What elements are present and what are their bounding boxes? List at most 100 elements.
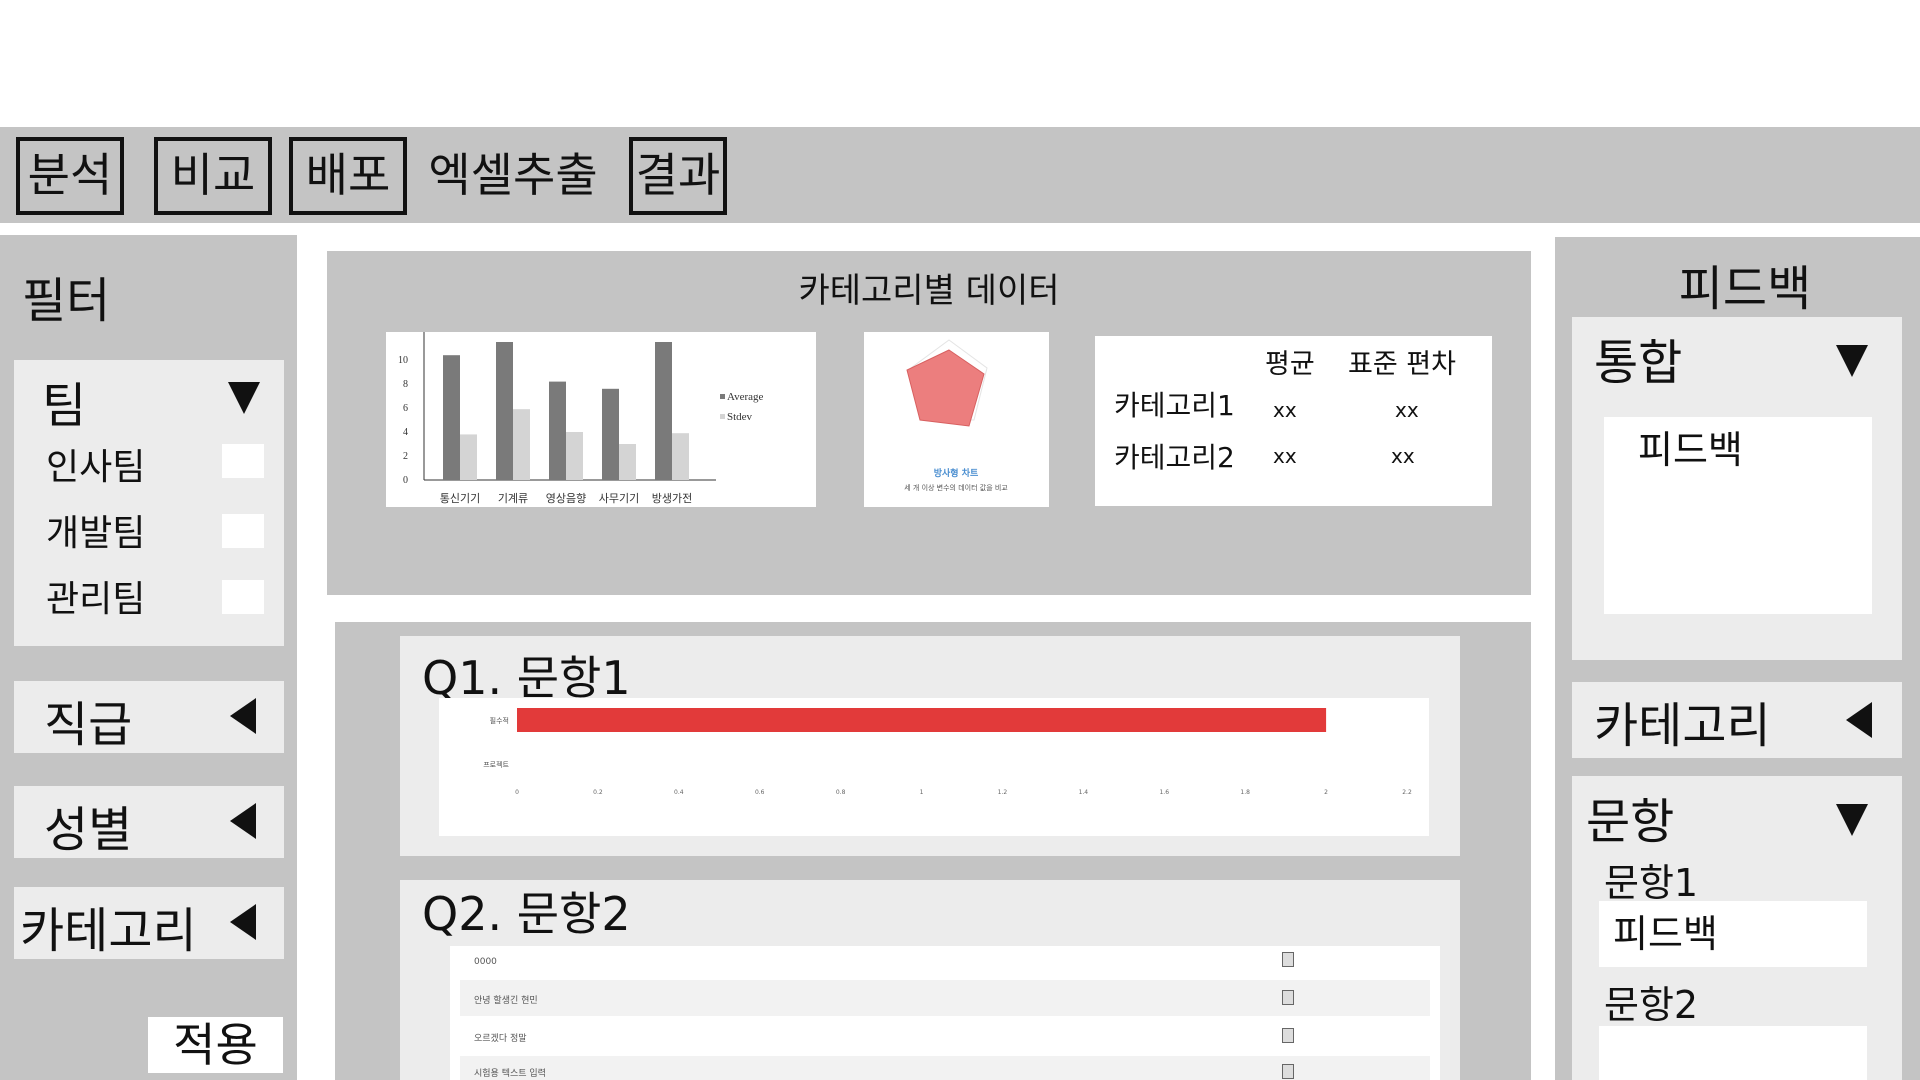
category-bar-chart: 0 2 4 6 8 10 통신기기 기계류 영상음향 사무기기 방생가전 Average Stde… [386,332,816,507]
y-tick-label: 0 [403,475,408,486]
tab-analysis[interactable]: 분석 [16,137,124,215]
bar-stdev [460,434,477,480]
x-tick-label: 2 [1324,789,1328,796]
integrated-feedback-text: 피드백 [1638,428,1743,472]
category-stats-table: 평균 표준 편차 카테고리1 xx xx 카테고리2 xx xx [1095,336,1492,506]
question-feedback-box[interactable]: 피드백 [1599,901,1867,967]
team-filter-label: 팀 [42,378,87,434]
legend-swatch-average [720,394,725,399]
tab-deploy[interactable]: 배포 [289,137,407,215]
rank-filter[interactable]: 직급 [14,681,284,753]
tab-excel-export[interactable]: 엑셀추출 [418,137,608,215]
response-row: 시험용 텍스트 입력 [460,1056,1430,1080]
team-option-checkbox[interactable] [222,580,264,614]
bar-average [602,388,619,480]
feedback-question: 문항 문항1 피드백 문항2 [1572,776,1902,1080]
trash-icon[interactable] [1282,990,1294,1005]
trash-icon[interactable] [1282,1064,1294,1079]
rank-filter-label: 직급 [44,697,133,753]
x-tick-label: 0 [515,789,519,796]
x-tick-label: 1.2 [998,789,1008,796]
x-tick-label: 0.2 [593,789,603,796]
feedback-panel: 피드백 통합 피드백 카테고리 문항 문항1 피드백 문항2 [1555,237,1920,1080]
table-header: 표준 편차 [1348,349,1456,380]
x-tick-label: 0.4 [674,789,684,796]
radar-chart-svg: 방사형 차트 세 개 이상 변수의 데이터 값을 비교 [904,339,1008,492]
gender-filter[interactable]: 성별 [14,786,284,858]
y-tick-label: 6 [403,403,408,414]
feedback-title: 피드백 [1678,261,1812,317]
tab-compare[interactable]: 비교 [154,137,272,215]
question-item-label: 문항1 [1604,861,1699,905]
legend-stdev: Stdev [727,411,753,423]
x-tick-label: 기계류 [498,492,528,505]
bar-average [496,342,513,480]
y-tick-label: 8 [403,379,408,390]
radar-chart: 방사형 차트 세 개 이상 변수의 데이터 값을 비교 [864,332,1049,507]
x-tick-label: 1.4 [1079,789,1089,796]
radar-title: 방사형 차트 [934,467,979,479]
feedback-category-label: 카테고리 [1594,698,1771,754]
chevron-down-icon[interactable] [1836,804,1868,836]
integrated-feedback-box[interactable]: 피드백 [1604,417,1872,614]
chevron-left-icon[interactable] [1846,702,1872,738]
legend-average: Average [727,391,764,403]
bar-average [655,342,672,480]
question-item-label: 문항2 [1604,983,1699,1027]
radar-area [906,349,985,427]
table-header: 평균 [1265,349,1315,380]
x-tick-label: 2.2 [1402,789,1412,796]
chevron-down-icon[interactable] [228,382,260,414]
table-cell: xx [1273,398,1297,422]
gender-filter-label: 성별 [44,802,133,858]
table-cell: xx [1395,398,1419,422]
question1-chart: 필수적 프로젝트 0 0.2 0.4 0.6 0.8 1 1.2 1.4 1.6 1.8 2 2.2 [439,698,1429,836]
y-tick-label: 10 [398,355,408,366]
question-card: Q2. 문항2 0000 안녕 할생긴 현민 오르겠다 정말 시험용 텍스트 입… [400,880,1460,1080]
x-tick-label: 0.8 [836,789,846,796]
chevron-left-icon[interactable] [230,803,256,839]
questions-panel: Q1. 문항1 필수적 프로젝트 0 0.2 0.4 0.6 0.8 1 1.2 1.4 1.6 1… [335,622,1531,1080]
question-feedback-text: 피드백 [1613,912,1718,956]
trash-icon[interactable] [1282,1028,1294,1043]
bar-average [443,355,460,480]
top-nav-bar: 분석 비교 배포 엑셀추출 결과 [0,127,1920,223]
feedback-question-label: 문항 [1586,794,1675,850]
response-text: 0000 [474,957,497,967]
bar-stdev [672,433,689,480]
category-bar-chart-svg: 0 2 4 6 8 10 통신기기 기계류 영상음향 사무기기 방생가전 Average Stde… [398,332,764,505]
chevron-left-icon[interactable] [230,904,256,940]
legend-swatch-stdev [720,414,725,419]
filter-panel: 필터 팀 인사팀 개발팀 관리팀 직급 성별 카테고리 적용 [0,235,297,1080]
question2-response-list: 0000 안녕 할생긴 현민 오르겠다 정말 시험용 텍스트 입력 [450,946,1440,1080]
chevron-left-icon[interactable] [230,698,256,734]
tab-results[interactable]: 결과 [629,137,727,215]
x-tick-label: 1.8 [1240,789,1250,796]
team-option-checkbox[interactable] [222,514,264,548]
category-filter-label: 카테고리 [20,903,197,959]
feedback-category[interactable]: 카테고리 [1572,682,1902,758]
x-tick-label: 방생가전 [652,492,692,505]
integrated-feedback: 통합 피드백 [1572,317,1902,660]
apply-button[interactable]: 적용 [148,1017,283,1073]
table-row-label: 카테고리2 [1114,441,1235,474]
team-option-label: 관리팀 [46,579,146,620]
table-cell: xx [1273,444,1297,468]
response-row: 0000 [450,946,1440,978]
response-text: 안녕 할생긴 현민 [474,996,538,1006]
x-tick-label: 1.6 [1159,789,1169,796]
response-text: 시험용 텍스트 입력 [474,1069,546,1079]
question-title: Q2. 문항2 [422,887,631,941]
category-filter[interactable]: 카테고리 [14,887,284,959]
team-option-checkbox[interactable] [222,444,264,478]
bar-average [549,381,566,480]
question-feedback-box[interactable] [1599,1026,1867,1080]
chevron-down-icon[interactable] [1836,345,1868,377]
x-tick-label: 영상음향 [546,492,586,505]
trash-icon[interactable] [1282,952,1294,967]
response-text: 오르겠다 정말 [474,1034,527,1044]
table-cell: xx [1391,444,1415,468]
response-row: 안녕 할생긴 현민 [460,980,1430,1016]
question1-chart-svg: 필수적프로젝트 0 0.2 0.4 0.6 0.8 1 1.2 1.4 1.6 1.8 2 2.2 [483,708,1412,796]
bar-stdev [513,409,530,480]
